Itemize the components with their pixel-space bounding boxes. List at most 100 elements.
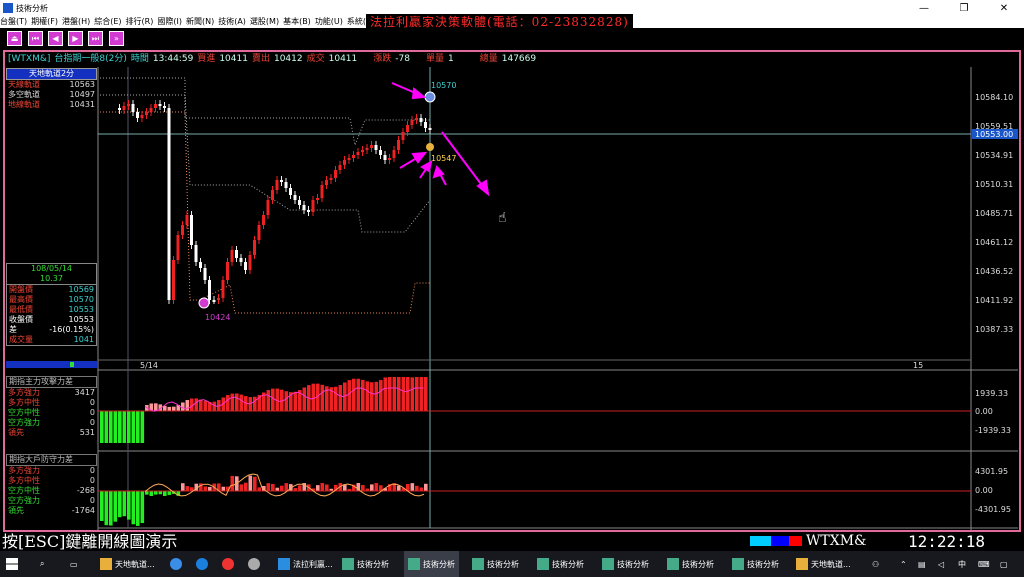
bar [383,377,388,411]
bar [221,486,226,491]
bar [419,487,424,491]
candle-body [248,255,252,270]
bar [406,377,410,411]
bar [343,484,347,491]
candle-body [149,108,153,112]
bar [388,377,392,411]
bar [136,411,140,443]
candle-body [239,258,243,262]
taskbar-item[interactable]: 技術分析 [472,551,519,577]
bar [347,380,352,411]
price-tick: 10510.31 [975,180,1013,189]
candle-body [208,280,211,300]
people-icon[interactable]: ⚇ [872,551,879,577]
bar [356,378,361,411]
p2-tick: 0.00 [975,486,993,495]
panel1-axis: 1939.33 0.00 -1939.33 [975,389,1011,435]
bar [100,411,104,443]
current-price-value: 10553.00 [975,130,1013,139]
volume-icon[interactable]: ◁ [938,551,944,577]
high-marker-icon [424,91,436,103]
status-bar: 按[ESC]鍵離開線圖演示 WTXM& 12:22:18 [0,532,1024,551]
keyboard-icon[interactable]: ⌨ [978,551,990,577]
bar [271,388,275,411]
search-icon[interactable]: ⌕ [40,551,44,577]
price-chart[interactable]: 10570 10424 10547 ☝ 10584.10 10559.51 10… [0,0,1024,577]
bar [374,483,379,491]
task-view-icon[interactable]: ▭ [70,551,78,577]
candle-body [374,145,378,150]
candle-body [136,112,139,118]
status-symbol: WTXM& [806,533,867,549]
bar [208,486,212,491]
taskbar-item[interactable]: 技術分析 [732,551,779,577]
taskbar-item[interactable]: 天地軌道... [100,551,155,577]
bar [253,476,257,491]
annotation-arrows [391,82,490,197]
start-button[interactable] [6,551,18,577]
candle-body [415,118,418,120]
edge-icon[interactable] [196,551,208,577]
lower-track-line [100,111,430,314]
taskbar-item-active[interactable]: 技術分析 [404,551,459,577]
candle-body [419,118,423,122]
status-clock: 12:22:18 [908,532,986,551]
ie-icon[interactable] [170,551,182,577]
candle-body [199,262,202,268]
cursor-marker-icon [426,143,434,151]
candle-body [154,104,157,108]
bar [154,403,158,411]
bar [370,382,374,411]
price-tick: 10387.33 [975,325,1013,334]
bar [361,485,365,491]
candle-body [257,225,261,240]
bar [167,406,172,411]
price-tick: 10584.10 [975,93,1013,102]
taskbar-item[interactable]: 技術分析 [342,551,389,577]
bar [181,483,185,491]
tray-chevron-icon[interactable]: ⌃ [900,551,907,577]
chrome-icon[interactable] [222,551,234,577]
bar [104,491,109,526]
bar [185,486,190,491]
candle-body [388,158,391,160]
taskbar-item[interactable]: 技術分析 [537,551,584,577]
p2-tick: -4301.95 [975,505,1011,514]
bar [113,411,118,443]
bar [181,402,185,411]
candle-body [298,200,301,205]
candle-body [352,155,355,158]
status-hint: 按[ESC]鍵離開線圖演示 [2,532,178,551]
network-icon[interactable]: ▤ [918,551,926,577]
bar [325,484,329,491]
candle-body [194,245,198,262]
bar [284,483,289,491]
candle-body [212,300,216,302]
p2-tick: 4301.95 [975,467,1008,476]
bar [266,483,271,491]
candle-body [203,268,207,280]
candle-body [320,185,324,198]
taskbar-item[interactable]: 技術分析 [602,551,649,577]
candle-body [365,148,369,150]
candle-body [176,235,180,260]
candle-body [316,198,319,200]
globe-icon[interactable] [248,551,260,577]
candle-body [221,280,225,298]
candle-body [271,190,274,200]
candle-body [230,250,234,262]
candle-body [356,152,360,155]
ime-indicator[interactable]: 中 [958,551,966,577]
bar [298,485,302,491]
bar [424,377,428,411]
bar [113,491,118,522]
taskbar-item[interactable]: 技術分析 [667,551,714,577]
taskbar-item[interactable]: 天地軌道... [796,551,851,577]
candle-body [289,188,292,195]
bar [253,396,257,411]
notification-icon[interactable]: ▢ [1000,551,1008,577]
taskbar-item[interactable]: 法拉利贏... [278,551,333,577]
candle-body [392,150,396,158]
price-tick: 10411.92 [975,296,1013,305]
bar [136,491,140,526]
